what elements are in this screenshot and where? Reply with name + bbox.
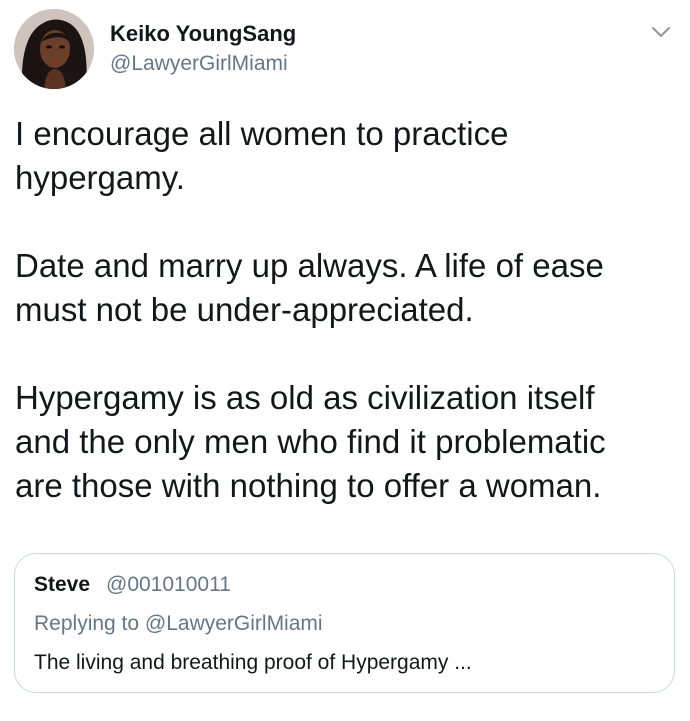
tweet-text-line: and the only men who find it problematic [15, 423, 606, 460]
tweet-text-line: Date and marry up always. A life of ease [15, 247, 604, 284]
tweet-text-line: Hypergamy is as old as civilization itse… [15, 379, 595, 416]
profile-photo-icon [14, 9, 94, 89]
chevron-down-icon[interactable] [648, 22, 674, 42]
tweet-text-line: are those with nothing to offer a woman. [15, 467, 602, 504]
tweet-text-line: must not be under-appreciated. [15, 291, 474, 328]
tweet-text-line: I encourage all women to practice [15, 115, 509, 152]
replying-to-label: Replying to @LawyerGirlMiami [34, 612, 323, 635]
tweet-text: I encourage all women to practice hyperg… [15, 112, 680, 508]
quoted-tweet[interactable]: Steve @001010011 Replying to @LawyerGirl… [14, 553, 675, 693]
author-display-name[interactable]: Keiko YoungSang [110, 21, 296, 47]
author-handle[interactable]: @LawyerGirlMiami [110, 52, 288, 76]
avatar[interactable] [14, 9, 94, 89]
quoted-author-handle: @001010011 [106, 573, 231, 596]
tweet-card: Keiko YoungSang @LawyerGirlMiami I encou… [0, 0, 690, 721]
quoted-author-name: Steve [34, 573, 91, 596]
tweet-text-line: hypergamy. [15, 159, 185, 196]
quoted-tweet-text: The living and breathing proof of Hyperg… [34, 651, 472, 674]
